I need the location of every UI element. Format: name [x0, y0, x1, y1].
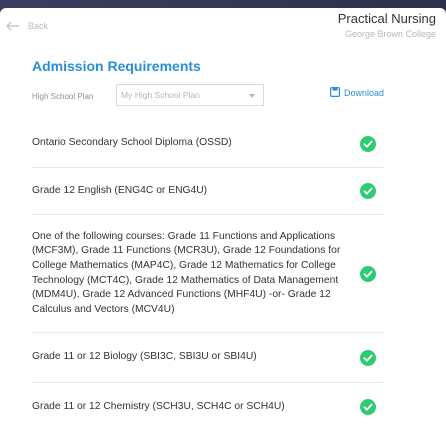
requirement-text: Grade 11 or 12 Chemistry (SCH3U, SCH4C o…	[32, 400, 285, 412]
plan-row: High School Plan My High School Plan Dow…	[32, 84, 384, 112]
requirement-text: Grade 12 English (ENG4C or ENG4U)	[32, 184, 208, 196]
arrow-left-icon	[6, 21, 20, 31]
requirements-list: Ontario Secondary School Diploma (OSSD) …	[32, 120, 384, 424]
top-bar: Back Practical Nursing George Brown Coll…	[0, 8, 446, 50]
program-header: Practical Nursing George Brown College	[338, 10, 436, 40]
requirement-item: Grade 11 or 12 Biology (SBI3C, SBI3U or …	[32, 333, 384, 383]
back-label: Back	[28, 21, 49, 31]
chevron-down-icon	[249, 94, 255, 98]
requirements-content: Admission Requirements High School Plan …	[32, 54, 384, 424]
program-title: Practical Nursing	[337, 11, 436, 26]
back-button[interactable]: Back	[6, 21, 48, 31]
program-panel: Back Practical Nursing George Brown Coll…	[0, 8, 446, 424]
requirement-item: Ontario Secondary School Diploma (OSSD)	[32, 120, 384, 168]
requirement-item: One of the following courses: Grade 11 F…	[32, 215, 384, 333]
download-label: Download	[343, 88, 384, 98]
check-circle-icon	[360, 399, 376, 415]
plan-select-placeholder: My High School Plan	[121, 90, 200, 100]
requirement-item: Grade 11 or 12 Chemistry (SCH3U, SCH4C o…	[32, 383, 384, 424]
check-circle-icon	[360, 265, 376, 282]
check-circle-icon	[360, 349, 376, 366]
check-circle-icon	[360, 183, 376, 199]
requirement-text: Ontario Secondary School Diploma (OSSD)	[32, 137, 232, 149]
download-icon	[329, 87, 340, 99]
requirement-item: Grade 12 English (ENG4C or ENG4U)	[32, 168, 384, 215]
download-button[interactable]: Download	[329, 87, 384, 99]
plan-select[interactable]: My High School Plan	[116, 84, 264, 106]
plan-label: High School Plan	[32, 92, 94, 101]
college-name: George Brown College	[344, 29, 436, 39]
check-circle-icon	[360, 135, 376, 152]
section-title: Admission Requirements	[32, 58, 201, 74]
requirement-text: One of the following courses: Grade 11 F…	[32, 230, 341, 315]
requirement-text: Grade 11 or 12 Biology (SBI3C, SBI3U or …	[32, 351, 257, 363]
